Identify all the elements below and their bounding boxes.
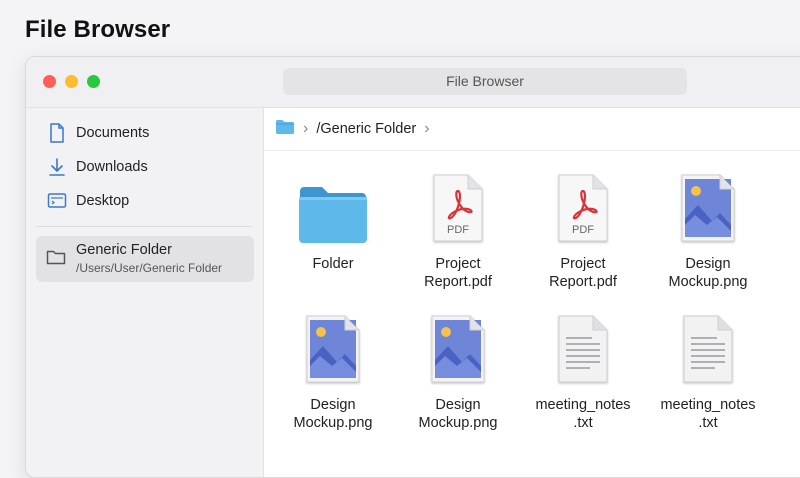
sidebar-item-generic-folder[interactable]: Generic Folder /Users/User/Generic Folde… bbox=[36, 236, 254, 282]
file-name: Design Mockup.png bbox=[668, 256, 748, 290]
pdf-icon: PDF bbox=[523, 171, 643, 245]
breadcrumb[interactable]: /Generic Folder bbox=[316, 121, 416, 137]
file-browser-window: File Browser Documents Downloads Desktop bbox=[25, 56, 800, 478]
file-tile-image[interactable]: Design Mockup.png bbox=[273, 312, 393, 432]
sidebar-item-label: Generic Folder bbox=[76, 242, 172, 258]
file-name: Design Mockup.png bbox=[293, 397, 373, 431]
file-name: meeting_notes .txt bbox=[535, 397, 631, 431]
text-file-icon bbox=[523, 312, 643, 386]
chevron-right-icon: › bbox=[303, 120, 309, 137]
title-bar: File Browser bbox=[26, 57, 800, 108]
sidebar-item-downloads[interactable]: Downloads bbox=[36, 152, 254, 182]
file-tile-image[interactable]: Design Mockup.png bbox=[398, 312, 518, 432]
file-name: Project Report.pdf bbox=[549, 256, 617, 290]
close-window-button[interactable] bbox=[43, 75, 56, 88]
file-grid: Folder PDF Project Report.pdf PDF Project… bbox=[264, 151, 800, 477]
file-name: Project Report.pdf bbox=[424, 256, 492, 290]
file-tile-image[interactable]: Design Mockup.png bbox=[648, 171, 768, 291]
sidebar-item-label: Downloads bbox=[76, 159, 148, 175]
sidebar-divider bbox=[36, 226, 252, 227]
image-icon bbox=[648, 171, 768, 245]
folder-outline-icon bbox=[46, 248, 66, 271]
file-tile-folder[interactable]: Folder bbox=[273, 171, 393, 273]
desktop-icon bbox=[46, 190, 68, 212]
path-bar: › /Generic Folder › bbox=[264, 108, 800, 151]
file-tile-text[interactable]: meeting_notes .txt bbox=[523, 312, 643, 432]
sidebar-item-documents[interactable]: Documents bbox=[36, 118, 254, 148]
chevron-right-icon: › bbox=[424, 120, 430, 137]
sidebar-item-desktop[interactable]: Desktop bbox=[36, 186, 254, 216]
image-icon bbox=[398, 312, 518, 386]
zoom-window-button[interactable] bbox=[87, 75, 100, 88]
folder-icon bbox=[273, 171, 393, 245]
text-file-icon bbox=[648, 312, 768, 386]
window-title: File Browser bbox=[283, 68, 687, 95]
file-tile-pdf[interactable]: PDF Project Report.pdf bbox=[523, 171, 643, 291]
page-title: File Browser bbox=[25, 16, 171, 43]
file-tile-pdf[interactable]: PDF Project Report.pdf bbox=[398, 171, 518, 291]
document-icon bbox=[46, 122, 68, 144]
sidebar: Documents Downloads Desktop Generic Fold… bbox=[26, 108, 264, 477]
file-name: meeting_notes .txt bbox=[660, 397, 756, 431]
minimize-window-button[interactable] bbox=[65, 75, 78, 88]
sidebar-item-label: Documents bbox=[76, 125, 150, 141]
file-name: Folder bbox=[312, 256, 354, 272]
sidebar-item-path: /Users/User/Generic Folder bbox=[76, 261, 223, 275]
sidebar-item-label: Desktop bbox=[76, 193, 130, 209]
download-icon bbox=[46, 156, 68, 178]
pdf-icon: PDF bbox=[398, 171, 518, 245]
file-name: Design Mockup.png bbox=[418, 397, 498, 431]
folder-icon[interactable] bbox=[275, 119, 295, 140]
image-icon bbox=[273, 312, 393, 386]
pdf-badge: PDF bbox=[447, 224, 469, 236]
pdf-badge: PDF bbox=[572, 224, 594, 236]
file-tile-text[interactable]: meeting_notes .txt bbox=[648, 312, 768, 432]
